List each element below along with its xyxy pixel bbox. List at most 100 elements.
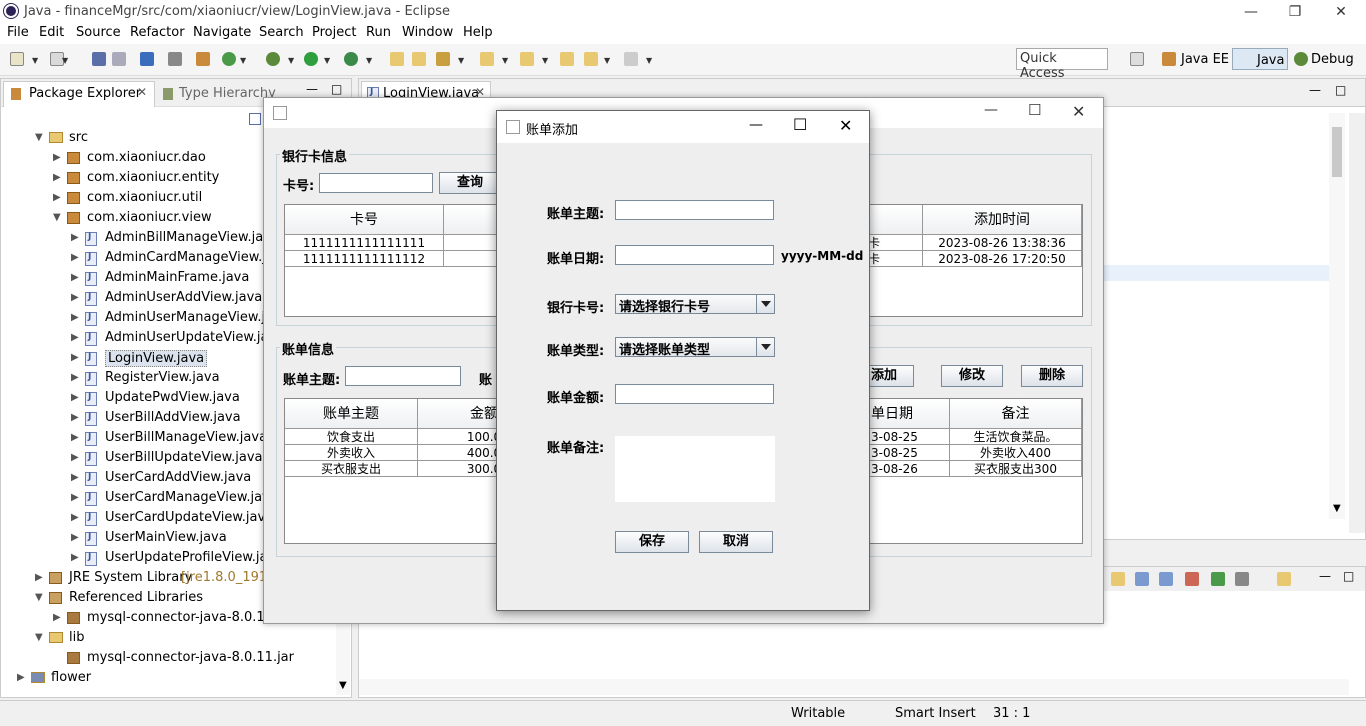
collapsed-arrow-icon[interactable]: ▶ — [71, 552, 79, 563]
table-row[interactable]: 外卖收入 — [285, 445, 418, 461]
bill-subject-search-input[interactable] — [345, 366, 461, 386]
tree-item[interactable]: UserBillUpdateView.java — [105, 450, 263, 465]
table-row[interactable]: 卡 — [868, 251, 923, 267]
back-icon[interactable] — [584, 52, 598, 66]
collapsed-arrow-icon[interactable]: ▶ — [71, 252, 79, 263]
delete-bill-button[interactable]: 删除 — [1021, 365, 1083, 387]
new-icon[interactable] — [10, 52, 24, 66]
menu-edit[interactable]: Edit — [39, 25, 64, 40]
menu-project[interactable]: Project — [312, 25, 356, 40]
collapsed-arrow-icon[interactable]: ▶ — [71, 372, 79, 383]
word-wrap-icon[interactable] — [1135, 572, 1149, 586]
collapsed-arrow-icon[interactable]: ▶ — [71, 312, 79, 323]
save-button[interactable]: 保存 — [615, 531, 689, 553]
bg-maximize-button[interactable]: ☐ — [1028, 101, 1041, 119]
tree-item[interactable]: mysql-connector-java-8.0.11.jar — [87, 650, 294, 665]
minimize-button[interactable]: — — [1228, 0, 1274, 24]
tree-item[interactable]: AdminUserManageView.java — [105, 310, 289, 325]
editor-scroll-down-icon[interactable]: ▼ — [1333, 503, 1341, 514]
card-col-header-number[interactable]: 卡号 — [285, 205, 444, 235]
collapsed-arrow-icon[interactable]: ▶ — [53, 192, 61, 203]
tree-item[interactable]: LoginView.java — [105, 350, 208, 367]
collapsed-arrow-icon[interactable]: ▶ — [71, 412, 79, 423]
table-row[interactable]: 1111111111111111 — [285, 235, 444, 251]
tree-item[interactable]: lib — [69, 630, 84, 645]
card-col-header-added[interactable]: 添加时间 — [923, 205, 1082, 235]
minimize-view-icon[interactable]: — — [306, 82, 318, 96]
collapsed-arrow-icon[interactable]: ▶ — [53, 172, 61, 183]
expanded-arrow-icon[interactable]: ▼ — [35, 132, 43, 143]
tree-item[interactable]: AdminCardManageView.java — [105, 250, 290, 265]
tree-item[interactable]: com.xiaoniucr.view — [87, 210, 212, 225]
tree-item[interactable]: JRE System Library — [69, 570, 192, 585]
close-button[interactable]: ✕ — [1318, 0, 1364, 24]
menu-window[interactable]: Window — [402, 25, 453, 40]
perspective-java[interactable]: Java — [1232, 48, 1288, 70]
forward-icon[interactable] — [624, 52, 638, 66]
open-type-icon[interactable] — [196, 52, 210, 66]
close-tab-icon[interactable]: ✕ — [137, 85, 147, 99]
minimize-console-icon[interactable]: — — [1319, 569, 1331, 583]
cancel-button[interactable]: 取消 — [699, 531, 773, 553]
bg-close-button[interactable]: ✕ — [1072, 102, 1085, 121]
table-row[interactable]: 买衣服支出300 — [950, 461, 1082, 477]
collapsed-arrow-icon[interactable]: ▶ — [53, 152, 61, 163]
save-all-icon[interactable] — [112, 52, 126, 66]
quick-access-field[interactable]: Quick Access — [1016, 48, 1108, 81]
terminal-icon[interactable] — [140, 52, 154, 66]
menu-search[interactable]: Search — [259, 25, 304, 40]
query-button[interactable]: 查询 — [439, 172, 501, 194]
collapsed-arrow-icon[interactable]: ▶ — [71, 352, 79, 363]
collapsed-arrow-icon[interactable]: ▶ — [71, 472, 79, 483]
table-row[interactable]: 买衣服支出 — [285, 461, 418, 477]
card-number-input[interactable] — [319, 173, 433, 193]
collapsed-arrow-icon[interactable]: ▶ — [71, 492, 79, 503]
tree-item[interactable]: AdminMainFrame.java — [105, 270, 249, 285]
collapsed-arrow-icon[interactable]: ▶ — [71, 452, 79, 463]
bill-date-input[interactable] — [615, 245, 774, 265]
collapsed-arrow-icon[interactable]: ▶ — [71, 432, 79, 443]
menu-help[interactable]: Help — [463, 25, 493, 40]
open-console-icon[interactable] — [1211, 572, 1225, 586]
maximize-editor-icon[interactable]: □ — [1335, 83, 1346, 97]
chevron-down-icon[interactable] — [756, 338, 774, 356]
tree-item[interactable]: com.xiaoniucr.dao — [87, 150, 206, 165]
chevron-down-icon[interactable] — [756, 295, 774, 313]
bill-col-header-note[interactable]: 备注 — [950, 399, 1082, 429]
tree-item[interactable]: UserMainView.java — [105, 530, 227, 545]
perspective-java-ee[interactable]: Java EE — [1181, 52, 1229, 67]
table-row[interactable]: 外卖收入400 — [950, 445, 1082, 461]
editor-vscroll-thumb[interactable] — [1332, 127, 1342, 177]
collapsed-arrow-icon[interactable]: ▶ — [71, 232, 79, 243]
run-icon[interactable] — [304, 52, 318, 66]
collapsed-arrow-icon[interactable]: ▶ — [53, 612, 61, 623]
collapsed-arrow-icon[interactable]: ▶ — [35, 572, 43, 583]
table-row[interactable]: 1111111111111112 — [285, 251, 444, 267]
edit-pencil-icon[interactable] — [436, 52, 450, 66]
scroll-down-icon[interactable]: ▼ — [339, 680, 347, 691]
collapsed-arrow-icon[interactable]: ▶ — [71, 512, 79, 523]
open-folder-icon[interactable] — [390, 52, 404, 66]
tree-item[interactable]: src — [69, 130, 88, 145]
table-row[interactable]: 卡 — [868, 235, 923, 251]
menu-navigate[interactable]: Navigate — [193, 25, 251, 40]
bank-card-select[interactable]: 请选择银行卡号 — [615, 294, 775, 315]
expanded-arrow-icon[interactable]: ▼ — [35, 592, 43, 603]
next-annotation-icon[interactable] — [480, 52, 494, 66]
save-icon[interactable] — [92, 52, 106, 66]
bill-col-header-subject[interactable]: 账单主题 — [285, 399, 418, 429]
menu-run[interactable]: Run — [366, 25, 391, 40]
prev-annotation-icon[interactable] — [520, 52, 534, 66]
debug-perspective-icon[interactable] — [1294, 52, 1308, 66]
perspective-debug[interactable]: Debug — [1311, 52, 1354, 67]
bill-type-select[interactable]: 请选择账单类型 — [615, 337, 775, 358]
tree-item[interactable]: UserBillAddView.java — [105, 410, 241, 425]
collapse-all-icon[interactable] — [249, 113, 261, 125]
menu-file[interactable]: File — [7, 25, 29, 40]
bill-note-textarea[interactable] — [615, 436, 775, 502]
open-project-icon[interactable] — [412, 52, 426, 66]
menu-source[interactable]: Source — [76, 25, 121, 40]
last-edit-icon[interactable] — [560, 52, 574, 66]
tree-item[interactable]: AdminBillManageView.java — [105, 230, 279, 245]
menu-refactor[interactable]: Refactor — [130, 25, 185, 40]
